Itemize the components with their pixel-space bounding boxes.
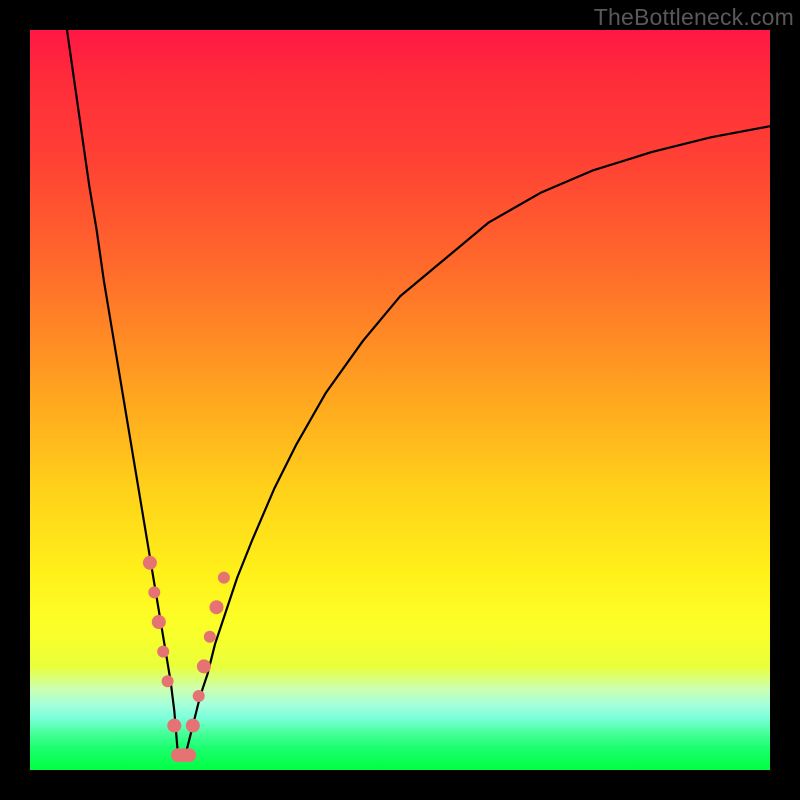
plot-area [30,30,770,770]
data-marker [182,748,196,762]
data-marker [186,719,200,733]
chart-svg [30,30,770,770]
watermark-label: TheBottleneck.com [594,4,794,31]
data-marker [167,719,181,733]
data-marker [210,600,224,614]
data-marker [197,659,211,673]
data-marker [162,675,174,687]
data-marker [204,631,216,643]
markers-group [143,556,230,762]
chart-frame: TheBottleneck.com [0,0,800,800]
right-branch-line [185,126,770,755]
data-marker [143,556,157,570]
data-marker [218,572,230,584]
data-marker [157,646,169,658]
data-marker [152,615,166,629]
data-marker [193,690,205,702]
data-marker [148,586,160,598]
